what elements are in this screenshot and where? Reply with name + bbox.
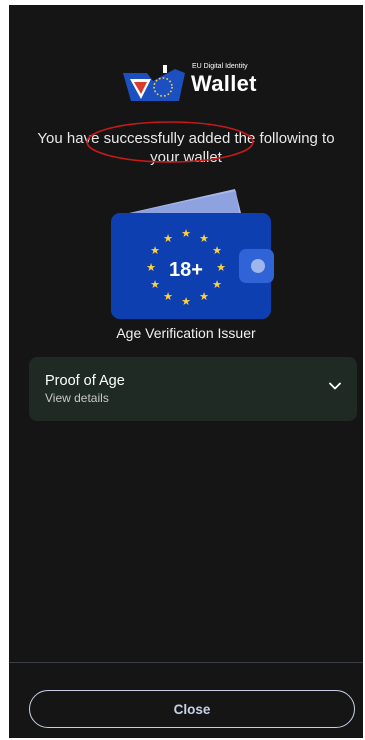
logo-subtitle: EU Digital Identity	[192, 63, 248, 70]
svg-text:★: ★	[181, 228, 191, 240]
svg-text:★: ★	[212, 279, 222, 291]
issuer-name: Age Verification Issuer	[116, 325, 256, 341]
svg-text:★: ★	[216, 262, 226, 274]
eu-wallet-logo-icon	[123, 65, 185, 101]
chevron-down-icon[interactable]	[329, 382, 341, 390]
proof-of-age-card[interactable]: Proof of Age View details	[29, 357, 357, 421]
highlight-ellipse	[86, 121, 254, 163]
svg-text:★: ★	[163, 291, 173, 303]
svg-text:★: ★	[150, 245, 160, 257]
svg-text:★: ★	[212, 245, 222, 257]
footer-divider	[9, 662, 363, 663]
svg-text:★: ★	[199, 233, 209, 245]
logo-title: Wallet	[191, 71, 257, 96]
app-screen: EU Digital Identity Wallet You have succ…	[9, 5, 363, 738]
svg-text:★: ★	[146, 262, 156, 274]
svg-text:★: ★	[163, 233, 173, 245]
age-badge: 18+	[169, 259, 203, 281]
svg-text:★: ★	[181, 296, 191, 308]
svg-text:★: ★	[150, 279, 160, 291]
view-details-link[interactable]: View details	[45, 391, 109, 405]
age-wallet-card-icon: ★ ★ ★ ★ ★ ★ ★ ★ ★ ★ ★ ★ 18+	[111, 189, 274, 319]
close-button[interactable]: Close	[29, 690, 355, 728]
svg-text:★: ★	[199, 291, 209, 303]
app-logo: EU Digital Identity Wallet	[123, 61, 263, 103]
document-title: Proof of Age	[45, 373, 125, 389]
